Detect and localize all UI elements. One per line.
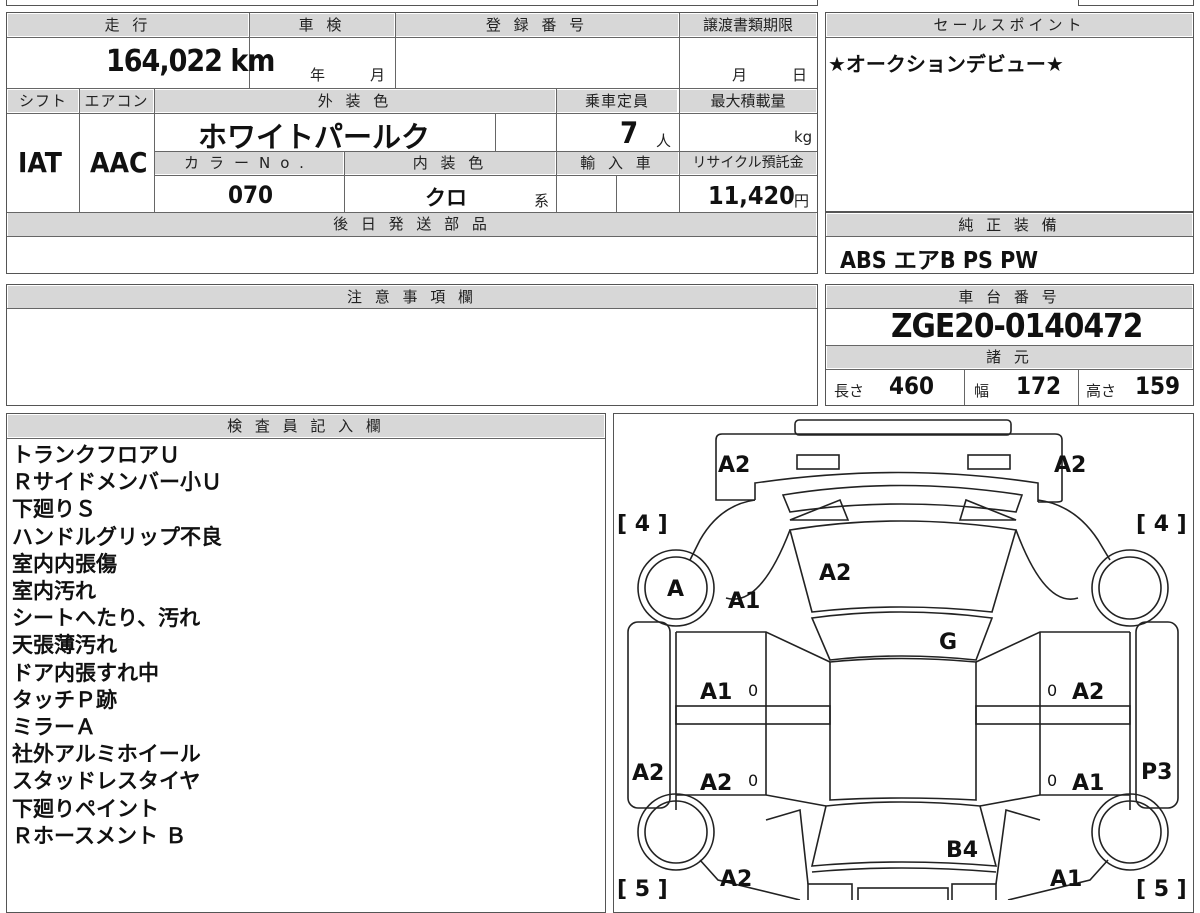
inspector-note-item: タッチＰ跡 <box>12 687 117 712</box>
aircon-header: エアコン <box>80 90 153 112</box>
color-no-header: カラーNo. <box>155 152 343 174</box>
mileage-value: 164,022 km <box>106 44 275 79</box>
height-label: 高さ <box>1086 382 1117 400</box>
inspector-note-item: 下廻りペイント <box>12 796 159 821</box>
inspector-note-item: Ｒサイドメンバー小Ｕ <box>12 470 222 495</box>
recycle-header: リサイクル預託金 <box>680 152 816 174</box>
interior-color-value: クロ <box>425 186 467 210</box>
transfer-deadline-header: 譲渡書類期限 <box>680 14 816 36</box>
capacity-value: 7 <box>620 116 639 150</box>
inspector-note-item: 天張薄汚れ <box>12 633 117 658</box>
exterior-color-header: 外 装 色 <box>155 90 555 112</box>
inspector-note-item: Ｒホースメント Ｂ <box>12 823 187 848</box>
specs-header: 諸 元 <box>827 346 1192 368</box>
transfer-day: 日 <box>792 66 808 84</box>
caution-header: 注 意 事 項 欄 <box>8 286 816 308</box>
top-strip-left <box>6 0 818 6</box>
interior-color-header: 内 装 色 <box>345 152 555 174</box>
shift-value: IAT <box>18 146 62 179</box>
inspector-note-item: ドア内張すれ中 <box>12 660 159 685</box>
inspector-note-item: 社外アルミホイール <box>12 742 201 767</box>
recycle-unit: 円 <box>794 192 810 210</box>
aircon-value: AAC <box>90 146 148 179</box>
inspector-note-item: トランクフロアＵ <box>12 443 180 467</box>
inspector-note-item: 室内汚れ <box>12 579 96 604</box>
later-parts-header: 後 日 発 送 部 品 <box>8 213 816 236</box>
capacity-unit: 人 <box>656 132 672 150</box>
inspector-note-item: 室内内張傷 <box>12 551 117 576</box>
registration-header: 登 録 番 号 <box>396 14 678 36</box>
interior-color-unit: 系 <box>534 192 550 210</box>
inspection-header: 車 検 <box>250 14 394 36</box>
max-load-header: 最大積載量 <box>680 90 816 112</box>
sales-points-box <box>825 12 1194 212</box>
car-diagram-box <box>613 413 1194 913</box>
length-label: 長さ <box>834 382 865 400</box>
sales-points-header: セールスポイント <box>827 14 1192 36</box>
inspector-note-item: ハンドルグリップ不良 <box>12 524 222 549</box>
inspection-year: 年 <box>310 66 326 84</box>
inspector-notes-list: トランクフロアＵ Ｒサイドメンバー小Ｕ 下廻りＳ ハンドルグリップ不良 室内内張傷室内汚… <box>12 442 222 850</box>
recycle-value: 11,420 <box>708 181 795 210</box>
inspector-header: 検 査 員 記 入 欄 <box>8 415 604 437</box>
chassis-header: 車 台 番 号 <box>827 286 1192 308</box>
max-load-unit: kg <box>794 128 813 146</box>
chassis-number: ZGE20-0140472 <box>891 306 1143 345</box>
inspector-note-item: スタッドレスタイヤ <box>12 769 201 794</box>
equipment-header: 純 正 装 備 <box>827 214 1192 236</box>
height-value: 159 <box>1135 372 1181 400</box>
shift-header: シフト <box>8 90 78 112</box>
inspector-note-item: ミラーＡ <box>12 715 96 740</box>
inspection-month: 月 <box>370 66 386 84</box>
transfer-month: 月 <box>732 66 748 84</box>
capacity-header: 乗車定員 <box>557 90 677 112</box>
import-header: 輸 入 車 <box>557 152 678 174</box>
exterior-color-value: ホワイトパールク <box>198 120 431 154</box>
width-label: 幅 <box>974 382 990 400</box>
inspector-note-item: シートへたり、汚れ <box>12 606 201 631</box>
sales-point-text: ★オークションデビュー★ <box>828 52 1064 76</box>
length-value: 460 <box>889 372 935 400</box>
equipment-value: ABS エアB PS PW <box>840 248 1039 274</box>
mileage-header: 走 行 <box>8 14 248 36</box>
top-strip-right <box>1078 0 1194 6</box>
width-value: 172 <box>1016 372 1062 400</box>
inspector-note-item: 下廻りＳ <box>12 497 96 522</box>
color-no-value: 070 <box>228 181 274 209</box>
